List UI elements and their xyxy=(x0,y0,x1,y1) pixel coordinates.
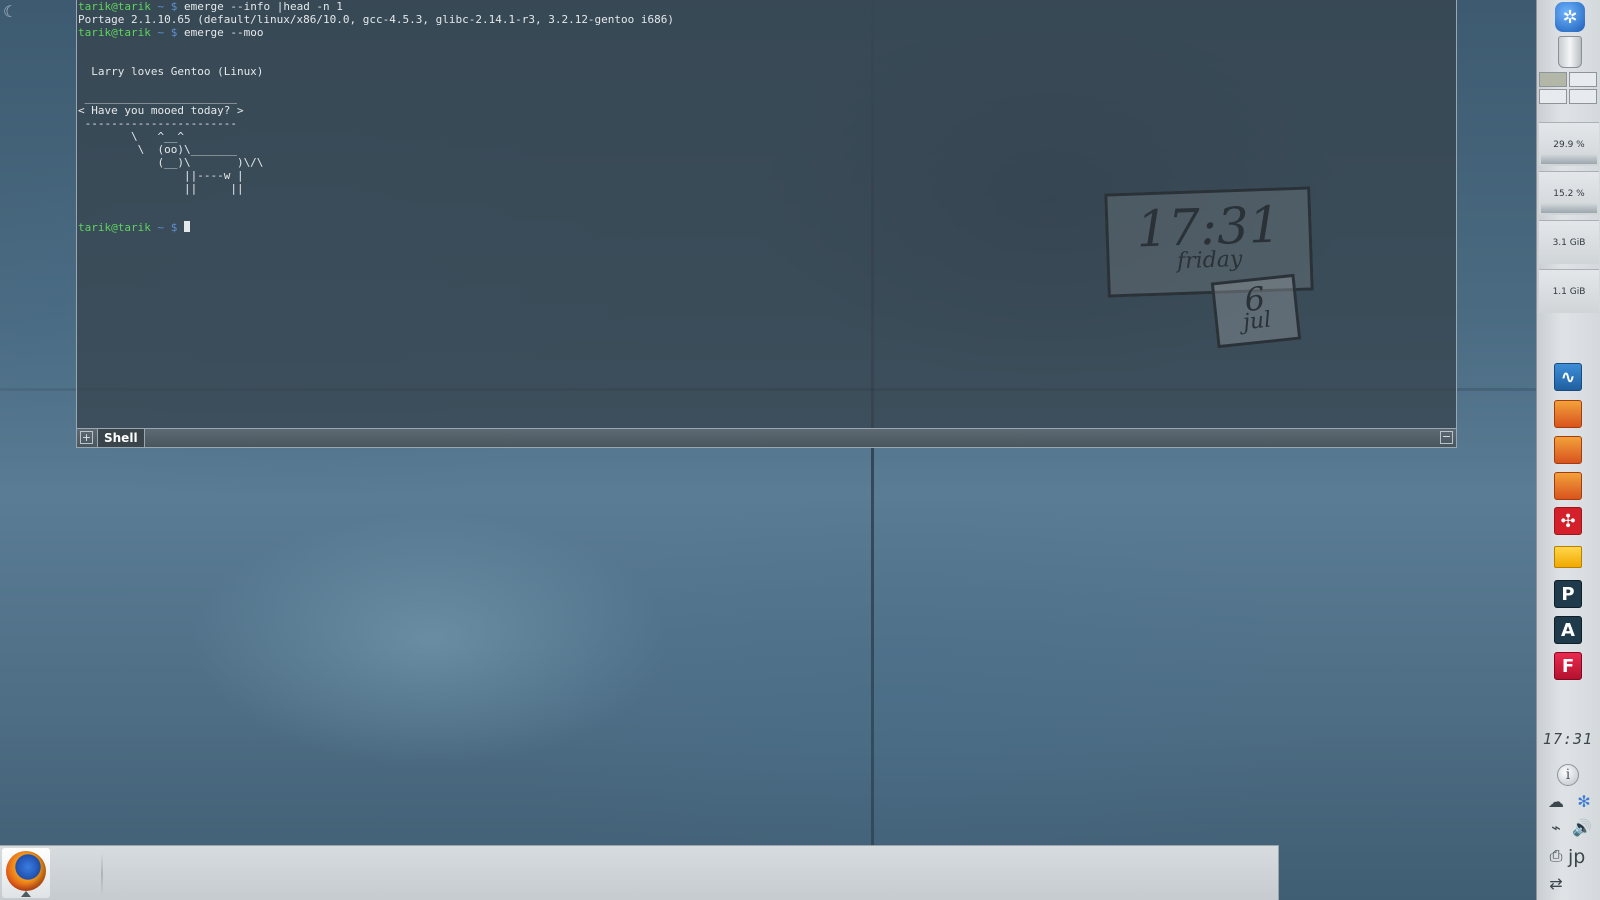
cpu-monitor-1-label: 29.9 % xyxy=(1553,140,1585,150)
printer-icon[interactable]: ⎙ xyxy=(1546,846,1566,866)
pager-desktop-4[interactable] xyxy=(1569,89,1597,104)
pager-desktop-1[interactable] xyxy=(1539,72,1567,87)
terminal-line: ||----w | xyxy=(78,169,244,182)
memory-monitor[interactable]: 3.1 GiB xyxy=(1539,220,1599,264)
terminal-line: Portage 2.1.10.65 (default/linux/x86/10.… xyxy=(78,13,675,26)
network-icon[interactable]: ⌁ xyxy=(1546,818,1566,838)
terminal-line: _______________________ xyxy=(78,91,237,104)
memory-monitor-label: 3.1 GiB xyxy=(1552,238,1586,248)
keyboard-layout-indicator[interactable]: jp xyxy=(1568,846,1585,868)
taskbar-separator xyxy=(101,852,103,896)
terminal-cursor xyxy=(183,221,190,232)
terminal-line: (__)\ )\/\ xyxy=(78,156,264,169)
terminal-line: \ ^__^ xyxy=(78,130,184,143)
usb-icon[interactable]: ⇄ xyxy=(1546,874,1566,894)
pager-desktop-2[interactable] xyxy=(1569,72,1597,87)
trash-icon[interactable] xyxy=(1558,36,1582,68)
swap-monitor-label: 1.1 GiB xyxy=(1552,287,1586,297)
terminal-tab-bar: + Shell − xyxy=(77,428,1456,447)
tab-shell[interactable]: Shell xyxy=(97,429,145,447)
terminal-line: \ (oo)\_______ xyxy=(78,143,237,156)
system-monitor-glyph: ∿ xyxy=(1560,367,1576,388)
desktop-pager xyxy=(1539,72,1599,106)
a-app-icon[interactable]: A xyxy=(1554,616,1582,644)
terminal-prompt-line[interactable]: tarik@tarik ~ $ xyxy=(78,221,978,234)
p-app-glyph: P xyxy=(1561,584,1575,605)
p-app-icon[interactable]: P xyxy=(1554,580,1582,608)
moon-icon: ☾ xyxy=(3,2,18,21)
launcher-arrow-icon xyxy=(21,891,31,897)
prompt-separator: ~ $ xyxy=(150,221,184,234)
system-monitor-icon[interactable]: ∿ xyxy=(1554,363,1582,391)
terminal-line: < Have you mooed today? > xyxy=(78,104,244,117)
terminal-line: tarik@tarik ~ $ emerge --moo xyxy=(78,26,978,39)
cpu-monitor-1[interactable]: 29.9 % xyxy=(1539,122,1599,166)
terminal-line: || || xyxy=(78,182,244,195)
cpu-monitor-2-label: 15.2 % xyxy=(1553,189,1585,199)
bluetooth-icon[interactable]: ✻ xyxy=(1574,792,1594,812)
mail-3-icon[interactable] xyxy=(1554,472,1582,500)
a-app-glyph: A xyxy=(1561,620,1575,641)
f-app-icon[interactable]: F xyxy=(1554,652,1582,680)
weather-icon[interactable]: ☁ xyxy=(1546,792,1566,812)
taskbar xyxy=(0,845,1279,900)
terminal-line: Larry loves Gentoo (Linux) xyxy=(78,65,264,78)
command-text: emerge --moo xyxy=(183,26,264,39)
firefox-launcher[interactable] xyxy=(2,848,50,898)
mendeley-icon[interactable]: ✣ xyxy=(1554,507,1582,535)
mendeley-glyph: ✣ xyxy=(1560,511,1576,532)
prompt-user: tarik@tarik xyxy=(78,221,151,234)
prompt-separator: ~ $ xyxy=(150,26,184,39)
swap-monitor[interactable]: 1.1 GiB xyxy=(1539,269,1599,313)
f-app-glyph: F xyxy=(1561,656,1575,677)
clock-widget: 17:31 friday 6 jul xyxy=(1104,186,1316,350)
kde-launcher-icon[interactable]: ✲ xyxy=(1555,2,1585,32)
prompt-user: tarik@tarik xyxy=(78,0,151,13)
panel-clock[interactable]: 17:31 xyxy=(1536,730,1600,748)
close-session-button[interactable]: − xyxy=(1440,431,1453,444)
folder-icon[interactable] xyxy=(1554,546,1582,568)
mail-1-icon[interactable] xyxy=(1554,400,1582,428)
volume-icon[interactable]: 🔊 xyxy=(1572,818,1592,838)
cpu-monitor-2[interactable]: 15.2 % xyxy=(1539,171,1599,215)
terminal-line: ----------------------- xyxy=(78,117,237,130)
command-text: emerge --info |head -n 1 xyxy=(183,0,343,13)
pager-desktop-3[interactable] xyxy=(1539,89,1567,104)
prompt-separator: ~ $ xyxy=(150,0,184,13)
mail-2-icon[interactable] xyxy=(1554,436,1582,464)
date-card: 6 jul xyxy=(1210,273,1302,349)
info-icon[interactable]: i xyxy=(1557,764,1579,786)
terminal-output[interactable]: tarik@tarik ~ $ emerge --info |head -n 1… xyxy=(78,0,978,234)
firefox-icon xyxy=(6,851,46,891)
terminal-line: tarik@tarik ~ $ emerge --info |head -n 1 xyxy=(78,0,978,13)
add-tab-button[interactable]: + xyxy=(80,431,93,444)
prompt-user: tarik@tarik xyxy=(78,26,151,39)
